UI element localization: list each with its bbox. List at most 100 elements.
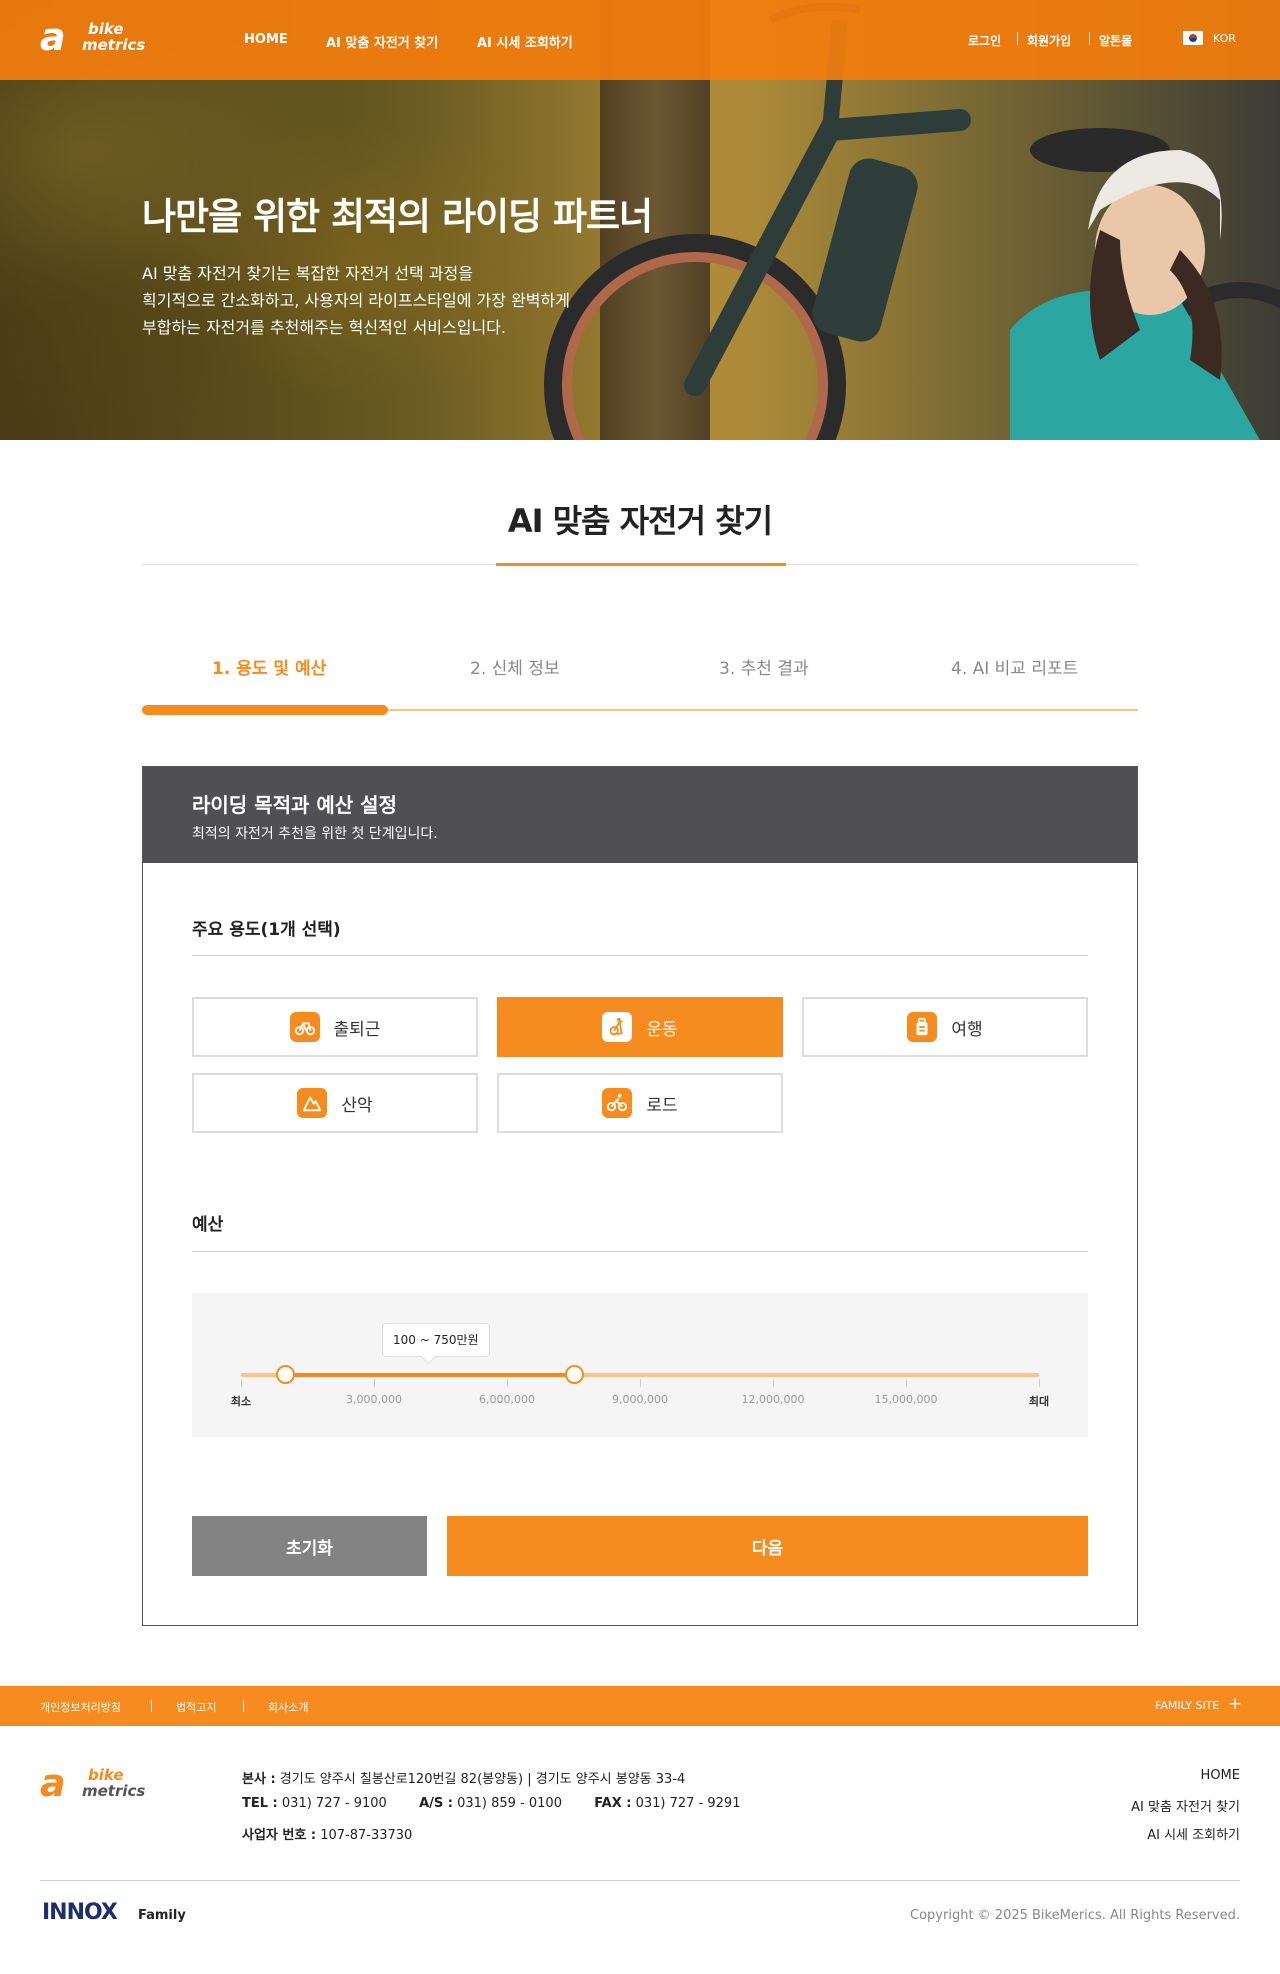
usage-option-exercise[interactable]: 운동 <box>497 997 783 1057</box>
usage-option-label: 출퇴근 <box>333 1019 381 1040</box>
budget-tick-label: 6,000,000 <box>479 1393 535 1406</box>
company-intro-link[interactable]: 회사소개 <box>268 1699 308 1715</box>
usage-option-label: 로드 <box>646 1095 678 1116</box>
budget-tick-label: 최소 <box>230 1395 252 1408</box>
luggage-icon <box>907 1012 938 1042</box>
footer-logo[interactable]: a bike metrics <box>40 1764 160 1804</box>
copyright-text: Copyright © 2025 BikeMerics. All Rights … <box>910 1908 1240 1923</box>
card-title: 라이딩 목적과 예산 설정 <box>192 793 397 817</box>
footer-divider-line <box>40 1880 1240 1881</box>
step-usage-budget[interactable]: 1. 용도 및 예산 <box>212 654 326 679</box>
hero-title: 나만을 위한 최적의 라이딩 파트너 <box>142 195 653 238</box>
budget-tick <box>507 1379 508 1387</box>
footer-link-ai-bike-finder[interactable]: AI 맞춤 자전거 찾기 <box>1131 1796 1240 1815</box>
step-ai-report[interactable]: 4. AI 비교 리포트 <box>951 654 1078 679</box>
signup-link[interactable]: 회원가입 <box>1027 32 1071 49</box>
usage-divider <box>192 955 1088 956</box>
budget-divider <box>192 1251 1088 1252</box>
alton-mall-link[interactable]: 알톤몰 <box>1099 32 1132 49</box>
logo-word-metrics: metrics <box>82 1782 146 1800</box>
tel-label: TEL : <box>242 1796 278 1811</box>
title-accent-bar <box>496 563 786 566</box>
step-body-info[interactable]: 2. 신체 정보 <box>470 654 560 679</box>
budget-tick <box>1039 1379 1040 1387</box>
reset-button[interactable]: 초기화 <box>192 1516 427 1576</box>
logo-word-bike: bike <box>88 20 124 38</box>
budget-tick <box>773 1379 774 1387</box>
budget-slider-range <box>285 1373 574 1377</box>
nav-ai-price-lookup[interactable]: AI 시세 조회하기 <box>477 32 573 51</box>
usage-option-label: 운동 <box>646 1019 678 1040</box>
usage-section-label: 주요 용도(1개 선택) <box>192 920 341 940</box>
company-contacts: TEL : 031) 727 - 9100 A/S : 031) 859 - 0… <box>242 1796 740 1811</box>
budget-tick-label: 12,000,000 <box>741 1393 805 1406</box>
bike-icon <box>289 1012 320 1042</box>
exercise-bike-icon <box>602 1012 633 1042</box>
hero-banner: a bike metrics HOME AI 맞춤 자전거 찾기 AI 시세 조… <box>0 0 1280 440</box>
bikemetrics-logo[interactable]: a bike metrics <box>40 18 160 58</box>
card-subtitle: 최적의 자전거 추천을 위한 첫 단계입니다. <box>192 826 438 842</box>
usage-option-commute[interactable]: 출퇴근 <box>192 997 478 1057</box>
footer-divider <box>243 1700 244 1712</box>
budget-section-label: 예산 <box>192 1215 224 1235</box>
setup-card: 라이딩 목적과 예산 설정 최적의 자전거 추천을 위한 첫 단계입니다. 주요… <box>142 766 1138 1626</box>
biz-label: 사업자 번호 : <box>242 1828 317 1843</box>
budget-tick-label: 최대 <box>1028 1395 1050 1408</box>
plus-icon[interactable]: + <box>1228 1694 1242 1714</box>
company-address: 본사 : 경기도 양주시 칠봉산로120번길 82(봉양동) | 경기도 양주시… <box>242 1768 685 1787</box>
top-nav-bar: a bike metrics HOME AI 맞춤 자전거 찾기 AI 시세 조… <box>0 0 1280 80</box>
budget-max-handle[interactable] <box>564 1365 584 1384</box>
budget-min-handle[interactable] <box>276 1365 296 1384</box>
budget-slider-panel: 100 ~ 750만원 최소 3,000,000 6,000,000 9,000,00… <box>192 1293 1088 1437</box>
next-button[interactable]: 다음 <box>447 1516 1088 1576</box>
util-divider <box>1017 32 1018 45</box>
privacy-policy-link[interactable]: 개인정보처리방침 <box>40 1699 121 1715</box>
budget-tick <box>640 1379 641 1387</box>
logo-word-bike: bike <box>88 1766 124 1784</box>
cyclist-icon <box>602 1088 633 1118</box>
legal-notice-link[interactable]: 법적고지 <box>176 1699 216 1715</box>
logo-mark: a <box>40 15 66 59</box>
usage-option-label: 산악 <box>341 1095 373 1116</box>
tel-value: 031) 727 - 9100 <box>281 1796 387 1811</box>
as-value: 031) 859 - 0100 <box>457 1796 562 1811</box>
address-value: 경기도 양주시 칠봉산로120번길 82(봉양동) | 경기도 양주시 봉양동 … <box>279 1772 686 1787</box>
footer-link-bar: 개인정보처리방침 법적고지 회사소개 FAMILY SITE + <box>0 1686 1280 1726</box>
language-select[interactable]: KOR <box>1213 32 1236 45</box>
util-divider <box>1089 32 1090 45</box>
hero-description-line: 부합하는 자전거를 추천해주는 혁신적인 서비스입니다. <box>142 318 506 337</box>
budget-tick <box>906 1379 907 1387</box>
footer-link-home[interactable]: HOME <box>1201 1768 1240 1783</box>
biz-value: 107-87-33730 <box>320 1828 413 1843</box>
logo-word-metrics: metrics <box>82 36 146 54</box>
budget-tick-label: 3,000,000 <box>346 1393 402 1406</box>
footer-divider <box>151 1700 152 1712</box>
nav-ai-bike-finder[interactable]: AI 맞춤 자전거 찾기 <box>326 32 438 51</box>
fax-label: FAX : <box>594 1796 632 1811</box>
logo-mark: a <box>40 1761 66 1805</box>
family-label: Family <box>138 1908 186 1923</box>
footer-link-ai-price[interactable]: AI 시세 조회하기 <box>1147 1824 1240 1843</box>
business-number: 사업자 번호 : 107-87-33730 <box>242 1824 412 1843</box>
as-label: A/S : <box>419 1796 453 1811</box>
mountain-icon <box>297 1088 328 1118</box>
login-link[interactable]: 로그인 <box>968 32 1001 49</box>
hero-description-line: 획기적으로 간소화하고, 사용자의 라이프스타일에 가장 완벽하게 <box>142 291 570 310</box>
nav-home[interactable]: HOME <box>244 32 288 47</box>
address-label: 본사 : <box>242 1772 276 1787</box>
step-recommendation[interactable]: 3. 추천 결과 <box>719 654 809 679</box>
fax-value: 031) 727 - 9291 <box>635 1796 741 1811</box>
page-title: AI 맞춤 자전거 찾기 <box>507 502 773 540</box>
innox-logo[interactable]: INNOX <box>42 1900 118 1925</box>
budget-tick <box>374 1379 375 1387</box>
step-progress-fill <box>142 705 388 715</box>
usage-option-travel[interactable]: 여행 <box>802 997 1088 1057</box>
budget-range-tooltip: 100 ~ 750만원 <box>382 1323 490 1357</box>
usage-option-road[interactable]: 로드 <box>497 1073 783 1133</box>
hero-description-line: AI 맞춤 자전거 찾기는 복잡한 자전거 선택 과정을 <box>142 264 473 283</box>
budget-tick-label: 9,000,000 <box>612 1393 668 1406</box>
family-site-select[interactable]: FAMILY SITE <box>1155 1699 1219 1712</box>
usage-option-mountain[interactable]: 산악 <box>192 1073 478 1133</box>
korea-flag-icon[interactable] <box>1183 31 1203 45</box>
budget-tick <box>241 1379 242 1387</box>
